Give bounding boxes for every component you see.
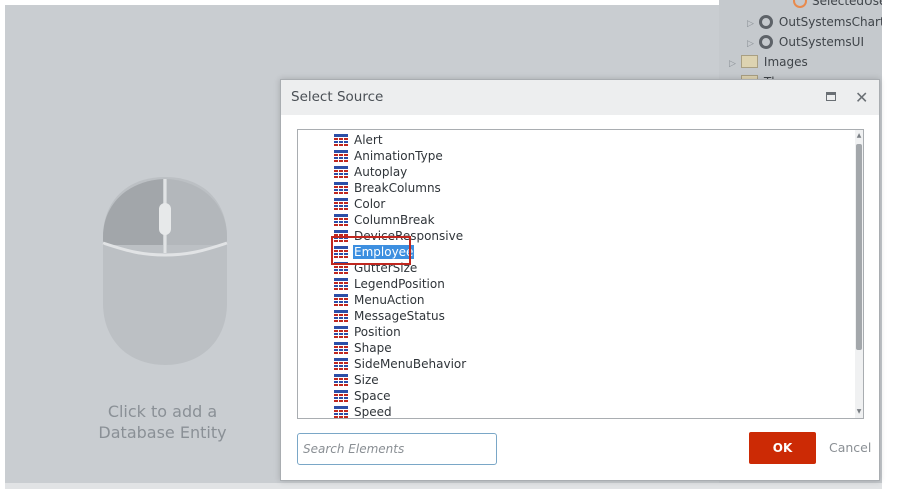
entity-grid-icon	[334, 342, 348, 354]
list-item-label: Autoplay	[354, 165, 408, 179]
list-item-label: Position	[354, 325, 401, 339]
add-entity-hint: Click to add a Database Entity	[95, 401, 230, 443]
entity-grid-icon	[334, 326, 348, 338]
list-item-sidemenubehavior[interactable]: SideMenuBehavior	[334, 356, 467, 372]
list-item-messagestatus[interactable]: MessageStatus	[334, 308, 446, 324]
list-item-animationtype[interactable]: AnimationType	[334, 148, 444, 164]
scrollbar[interactable]: ▲ ▼	[855, 130, 863, 418]
list-item-label: MessageStatus	[354, 309, 445, 323]
list-item-label: ColumnBreak	[354, 213, 435, 227]
folder-icon	[740, 55, 758, 68]
expand-arrow-icon[interactable]: ▷	[747, 19, 754, 29]
entity-grid-icon	[334, 198, 348, 210]
list-item-breakcolumns[interactable]: BreakColumns	[334, 180, 442, 196]
entity-grid-icon	[334, 358, 348, 370]
list-item-space[interactable]: Space	[334, 388, 392, 404]
tree-item-selecteduser[interactable]: SelectedUser	[793, 0, 882, 11]
tree-item-label: Images	[763, 55, 808, 69]
entity-grid-icon	[334, 182, 348, 194]
list-item-label: Employee	[353, 245, 415, 259]
entity-grid-icon	[334, 230, 348, 242]
list-item-columnbreak[interactable]: ColumnBreak	[334, 212, 436, 228]
list-item-employee[interactable]: Employee	[334, 244, 415, 260]
list-item-label: Shape	[354, 341, 392, 355]
entity-grid-icon	[334, 134, 348, 146]
list-item-guttersize[interactable]: GutterSize	[334, 260, 418, 276]
entity-grid-icon	[334, 278, 348, 290]
scroll-up-icon[interactable]: ▲	[855, 132, 863, 140]
list-item-label: MenuAction	[354, 293, 425, 307]
ok-button[interactable]: OK	[749, 432, 816, 464]
list-item-label: Size	[354, 373, 379, 387]
expand-arrow-icon[interactable]: ▷	[729, 59, 736, 69]
maximize-icon[interactable]	[826, 92, 836, 101]
tree-item-outsystemsui[interactable]: ▷ OutSystemsUI	[747, 32, 864, 52]
orange-circle-icon	[793, 0, 807, 8]
scroll-down-icon[interactable]: ▼	[855, 408, 863, 416]
entity-grid-icon	[334, 406, 348, 418]
entity-grid-icon	[334, 214, 348, 226]
list-item-label: GutterSize	[354, 261, 418, 275]
source-list[interactable]: ▲ ▼ Alert AnimationType Autoplay BreakColum…	[297, 129, 864, 419]
bottom-strip	[5, 483, 882, 489]
tree-item-images[interactable]: ▷ Images	[729, 52, 808, 72]
dialog-title: Select Source	[291, 89, 384, 105]
tree-item-label: OutSystemsCharts	[778, 15, 882, 29]
list-item-label: Space	[354, 389, 391, 403]
list-item-label: BreakColumns	[354, 181, 441, 195]
entity-grid-icon	[334, 374, 348, 386]
dialog-header[interactable]: Select Source ✕	[281, 80, 879, 115]
scrollbar-thumb[interactable]	[856, 144, 862, 350]
entity-grid-icon	[334, 150, 348, 162]
module-icon	[758, 35, 773, 49]
list-item-size[interactable]: Size	[334, 372, 380, 388]
list-item-label: DeviceResponsive	[354, 229, 464, 243]
entity-grid-icon	[334, 310, 348, 322]
entity-grid-icon	[334, 390, 348, 402]
list-item-label: Speed	[354, 405, 392, 419]
entity-grid-icon	[334, 294, 348, 306]
list-item-color[interactable]: Color	[334, 196, 386, 212]
entity-grid-icon	[334, 262, 348, 274]
entity-grid-icon	[334, 246, 348, 258]
entity-grid-icon	[334, 166, 348, 178]
list-item-label: Alert	[354, 133, 383, 147]
tree-item-outsystemscharts[interactable]: ▷ OutSystemsCharts	[747, 12, 882, 32]
search-elements-input[interactable]	[297, 433, 497, 465]
tree-item-label: SelectedUser	[812, 0, 882, 8]
tree-item-label: OutSystemsUI	[778, 35, 864, 49]
close-icon[interactable]: ✕	[855, 88, 868, 107]
mouse-icon	[102, 177, 228, 365]
list-item-label: AnimationType	[354, 149, 443, 163]
expand-arrow-icon[interactable]: ▷	[747, 39, 754, 49]
list-item-alert[interactable]: Alert	[334, 132, 384, 148]
list-item-label: LegendPosition	[354, 277, 445, 291]
select-source-dialog: Select Source ✕ ▲ ▼ Alert AnimationType Au…	[280, 79, 880, 481]
list-item-label: SideMenuBehavior	[354, 357, 467, 371]
cancel-button[interactable]: Cancel	[829, 440, 871, 455]
list-item-autoplay[interactable]: Autoplay	[334, 164, 408, 180]
module-icon	[758, 15, 773, 29]
list-item-speed[interactable]: Speed	[334, 404, 393, 419]
list-item-deviceresponsive[interactable]: DeviceResponsive	[334, 228, 464, 244]
hint-line-2: Database Entity	[98, 423, 227, 442]
list-item-legendposition[interactable]: LegendPosition	[334, 276, 446, 292]
list-item-label: Color	[354, 197, 386, 211]
list-item-shape[interactable]: Shape	[334, 340, 393, 356]
list-item-menuaction[interactable]: MenuAction	[334, 292, 426, 308]
hint-line-1: Click to add a	[107, 402, 218, 421]
list-item-position[interactable]: Position	[334, 324, 402, 340]
